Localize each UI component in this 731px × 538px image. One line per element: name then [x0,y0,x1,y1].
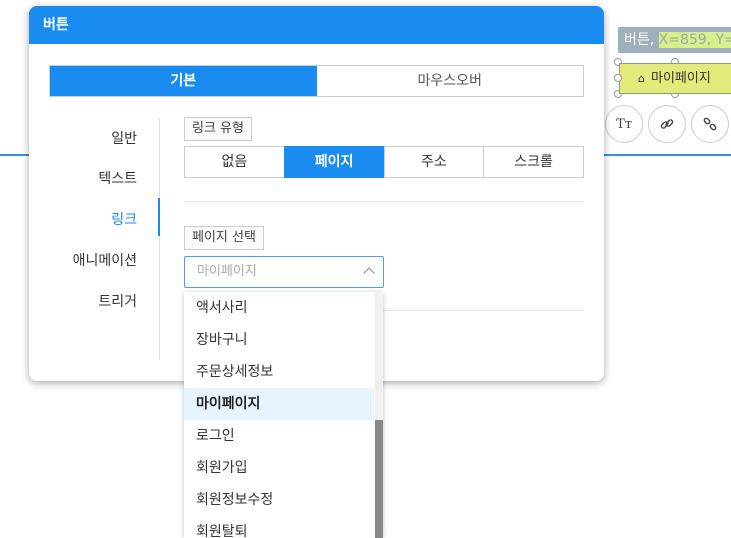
tab-basic[interactable]: 기본 [50,66,317,96]
section-divider [184,201,584,202]
dropdown-option[interactable]: 회원탈퇴 [184,516,374,538]
home-icon: ⌂ [638,72,645,85]
link-type-page-button[interactable]: 페이지 [283,146,385,178]
canvas-selected-button[interactable]: ⌂ 마이페이지 [619,63,731,94]
side-nav-item-text[interactable]: 텍스트 [98,168,137,188]
resize-handle[interactable] [614,74,622,82]
page-select[interactable]: 마이페이지 [184,256,384,288]
link-icon[interactable] [648,105,686,143]
modal-title: 버튼 [29,6,604,44]
dropdown-option[interactable]: 액서사리 [184,292,374,324]
page-select-dropdown: 액서사리 장바구니 주문상세정보 마이페이지 로그인 회원가입 회원정보수정 회… [184,292,383,538]
dropdown-scrollbar-thumb[interactable] [375,420,383,538]
link-type-group: 없음 페이지 주소 스크롤 [184,146,584,178]
side-nav-item-general[interactable]: 일반 [111,128,137,148]
dropdown-option[interactable]: 로그인 [184,420,374,452]
side-nav-item-link[interactable]: 링크 [111,209,137,229]
coordinate-tooltip: 버튼, X=859, Y= [618,27,731,53]
text-style-icon[interactable]: Tт [605,105,643,143]
dropdown-option[interactable]: 회원정보수정 [184,484,374,516]
dropdown-option[interactable]: 장바구니 [184,324,374,356]
side-nav-active-indicator [158,198,160,236]
chevron-up-icon [363,267,375,279]
side-nav-item-trigger[interactable]: 트리거 [98,291,137,311]
link-type-label: 링크 유형 [184,117,252,141]
link-type-none-button[interactable]: 없음 [184,146,285,178]
page-select-label: 페이지 선택 [184,226,264,250]
side-nav: 일반 텍스트 링크 애니메이션 트리거 [29,118,160,360]
dropdown-option[interactable]: 회원가입 [184,452,374,484]
link-type-url-button[interactable]: 주소 [383,146,485,178]
unlink-icon[interactable] [691,105,729,143]
dropdown-option-selected[interactable]: 마이페이지 [184,388,374,420]
tab-mouseover[interactable]: 마우스오버 [316,66,583,96]
page-select-value: 마이페이지 [197,264,257,279]
link-type-scroll-button[interactable]: 스크롤 [483,146,584,178]
dropdown-option[interactable]: 주문상세정보 [184,356,374,388]
side-nav-item-animation[interactable]: 애니메이션 [73,250,137,270]
main-tabs: 기본 마우스오버 [49,65,584,97]
